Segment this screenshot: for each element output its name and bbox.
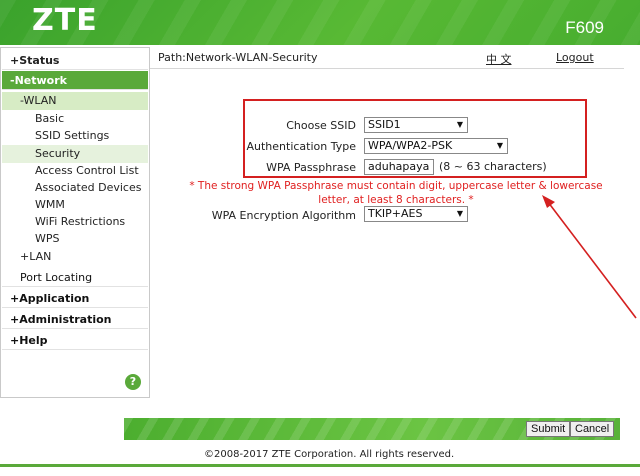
menu-wlan-wps[interactable]: WPS bbox=[2, 230, 148, 248]
encryption-label: WPA Encryption Algorithm bbox=[211, 209, 356, 222]
dropdown-arrow-icon: ▼ bbox=[456, 209, 463, 218]
menu-port-locating[interactable]: Port Locating bbox=[2, 268, 148, 287]
ssid-select-value: SSID1 bbox=[368, 118, 401, 131]
menu-network[interactable]: -Network bbox=[2, 71, 148, 90]
language-link[interactable]: 中 文 bbox=[486, 51, 512, 67]
menu-wlan-wifi-restrictions[interactable]: WiFi Restrictions bbox=[2, 213, 148, 231]
ssid-label: Choose SSID bbox=[286, 119, 356, 132]
menu-wlan[interactable]: -WLAN bbox=[2, 92, 148, 110]
auth-type-select[interactable]: WPA/WPA2-PSK ▼ bbox=[364, 138, 508, 154]
dropdown-arrow-icon: ▼ bbox=[496, 141, 503, 150]
menu-lan[interactable]: +LAN bbox=[2, 248, 148, 266]
ssid-select[interactable]: SSID1 ▼ bbox=[364, 117, 468, 133]
submit-button[interactable]: Submit bbox=[526, 421, 571, 437]
auth-type-select-value: WPA/WPA2-PSK bbox=[368, 139, 453, 152]
auth-type-label: Authentication Type bbox=[246, 140, 356, 153]
menu-administration[interactable]: +Administration bbox=[2, 310, 148, 329]
menu-wlan-wmm[interactable]: WMM bbox=[2, 196, 148, 214]
path-bar: Path:Network-WLAN-Security 中 文 Logout bbox=[150, 47, 624, 69]
menu-status[interactable]: +Status bbox=[2, 51, 148, 70]
menu-wlan-basic[interactable]: Basic bbox=[2, 110, 148, 128]
menu-application[interactable]: +Application bbox=[2, 289, 148, 308]
sidebar: +Status -Network -WLAN Basic SSID Settin… bbox=[0, 47, 150, 398]
menu-help[interactable]: +Help bbox=[2, 331, 148, 350]
model-name: F609 bbox=[565, 18, 604, 37]
passphrase-hint: (8 ~ 63 characters) bbox=[439, 160, 547, 173]
encryption-select[interactable]: TKIP+AES ▼ bbox=[364, 206, 468, 222]
copyright-text: ©2008-2017 ZTE Corporation. All rights r… bbox=[204, 449, 455, 460]
menu-wlan-security[interactable]: Security bbox=[2, 145, 148, 163]
zte-logo: ZTE bbox=[32, 3, 98, 38]
dropdown-arrow-icon: ▼ bbox=[456, 120, 463, 129]
help-icon[interactable]: ? bbox=[125, 374, 141, 390]
bottom-divider bbox=[0, 464, 640, 467]
header-banner: ZTE F609 bbox=[0, 0, 640, 45]
breadcrumb: Path:Network-WLAN-Security bbox=[158, 51, 318, 64]
passphrase-input[interactable]: aduhapaya bbox=[364, 159, 434, 175]
menu-wlan-access-control-list[interactable]: Access Control List bbox=[2, 162, 148, 180]
encryption-select-value: TKIP+AES bbox=[368, 207, 423, 220]
passphrase-label: WPA Passphrase bbox=[266, 161, 356, 174]
passphrase-input-value: aduhapaya bbox=[368, 160, 430, 173]
menu-wlan-ssid-settings[interactable]: SSID Settings bbox=[2, 127, 148, 145]
passphrase-warning: * The strong WPA Passphrase must contain… bbox=[189, 180, 603, 206]
cancel-button[interactable]: Cancel bbox=[570, 421, 615, 437]
menu-wlan-associated-devices[interactable]: Associated Devices bbox=[2, 179, 148, 197]
logout-link[interactable]: Logout bbox=[556, 51, 594, 64]
